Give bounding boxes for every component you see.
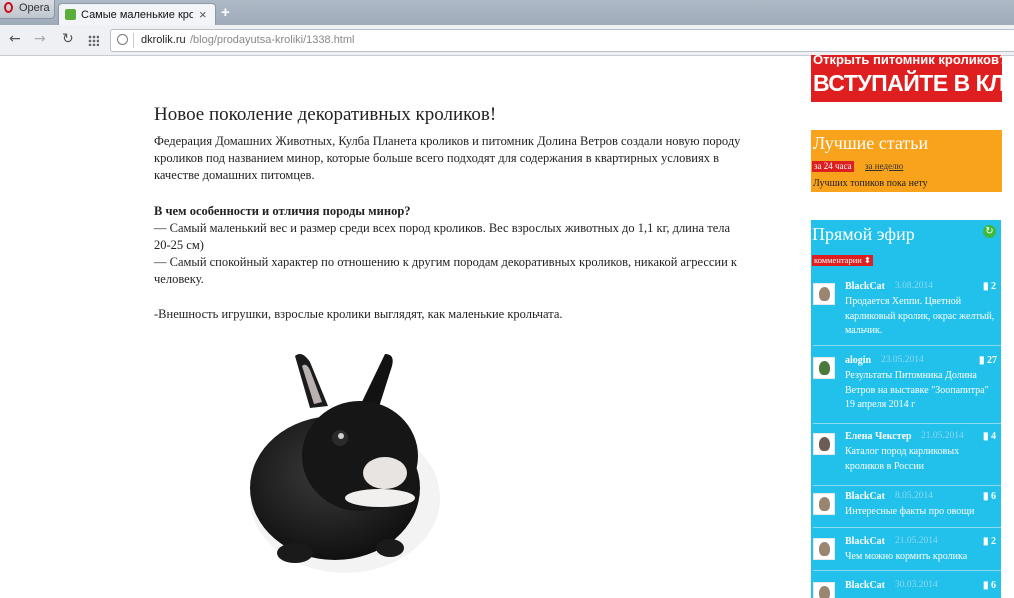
browser-toolbar: ← → ↻ dkrolik.ru /blog/prodayutsa-krolik… xyxy=(0,25,1014,56)
comment-author[interactable]: BlackCat xyxy=(845,491,885,502)
rabbit-paw-front xyxy=(376,539,404,557)
new-tab-button[interactable]: + xyxy=(221,4,230,21)
tab-title: Самые маленькие кролики xyxy=(81,9,193,21)
opera-logo-icon xyxy=(4,2,13,13)
comment-date: 8.05.2014 xyxy=(895,491,933,501)
forward-arrow-icon[interactable]: → xyxy=(34,31,46,47)
back-arrow-icon[interactable]: ← xyxy=(9,31,21,47)
rabbit-chest-white xyxy=(345,489,415,507)
item-divider xyxy=(813,527,1001,528)
banner-question: Открыть питомник кроликов? xyxy=(813,55,1002,67)
item-divider xyxy=(813,423,1001,424)
comment-count: ▮ 27 xyxy=(979,355,998,366)
comment-bubble-icon: ▮ xyxy=(983,580,989,591)
topic-link[interactable]: Каталог пород карликовых кроликов в Росс… xyxy=(845,445,999,474)
comment-count: ▮ 2 xyxy=(983,281,997,292)
comment-date: 23.05.2014 xyxy=(881,355,924,365)
rabbit-eye-glint xyxy=(338,433,344,439)
comment-author[interactable]: BlackCat xyxy=(845,580,885,591)
browser-tab-bar: Opera Самые маленькие кролики × + xyxy=(0,0,1014,26)
item-divider xyxy=(813,345,1001,346)
comment-author[interactable]: Елена Чекстер xyxy=(845,431,912,442)
tab-close-icon[interactable]: × xyxy=(199,7,207,22)
club-banner[interactable]: Открыть питомник кроликов? ВСТУПАЙТЕ В К… xyxy=(811,55,1002,102)
address-separator xyxy=(133,33,134,48)
browser-tab-active[interactable]: Самые маленькие кролики × xyxy=(58,3,216,26)
opera-menu-button[interactable]: Opera xyxy=(0,0,55,19)
article-title: Новое поколение декоративных кроликов! xyxy=(154,104,497,125)
comment-count: ▮ 4 xyxy=(983,431,997,442)
tab-24h[interactable]: за 24 часа xyxy=(812,161,854,172)
topic-link[interactable]: Интересные факты про овощи xyxy=(845,505,999,520)
rabbit-muzzle xyxy=(363,457,407,489)
topic-link[interactable]: Продается Хеппи. Цветной карликовый крол… xyxy=(845,295,999,339)
live-feed-title: Прямой эфир xyxy=(812,224,915,244)
url-domain: dkrolik.ru xyxy=(141,34,186,46)
topic-link[interactable]: Результаты Питомника Долина Ветров на вы… xyxy=(845,369,999,413)
comment-count: ▮ 6 xyxy=(983,580,997,591)
features-heading: В чем особенности и отличия породы минор… xyxy=(154,204,411,218)
feature-character: — Самый спокойный характер по отношению … xyxy=(154,255,737,286)
live-feed-filter[interactable]: комментарии ⬍ xyxy=(812,255,874,266)
address-bar[interactable]: dkrolik.ru /blog/prodayutsa-kroliki/1338… xyxy=(110,29,1014,52)
avatar xyxy=(813,538,835,560)
article-features: В чем особенности и отличия породы минор… xyxy=(154,203,744,288)
url-path: /blog/prodayutsa-kroliki/1338.html xyxy=(190,34,355,46)
comment-date: 3.08.2014 xyxy=(895,281,933,291)
avatar xyxy=(813,582,835,598)
comment-bubble-icon: ▮ xyxy=(979,355,985,366)
speed-dial-icon[interactable] xyxy=(88,35,99,46)
feature-weight: — Самый маленький вес и размер среди все… xyxy=(154,221,731,252)
comment-bubble-icon: ▮ xyxy=(983,281,989,292)
rabbit-photo xyxy=(250,354,440,573)
avatar xyxy=(813,283,835,305)
avatar xyxy=(813,433,835,455)
opera-menu-label: Opera xyxy=(19,2,50,14)
item-divider xyxy=(813,485,1001,486)
feature-appearance: -Внешность игрушки, взрослые кролики выг… xyxy=(154,307,563,321)
topic-link[interactable]: Чем можно кормить кролика xyxy=(845,550,999,565)
globe-icon xyxy=(117,34,128,45)
best-articles-title: Лучшие статьи xyxy=(813,133,929,153)
avatar xyxy=(813,493,835,515)
live-feed-widget: Прямой эфир ↻ комментарии ⬍ BlackCat 3.0… xyxy=(811,220,1001,598)
reload-icon[interactable]: ↻ xyxy=(62,31,74,47)
best-articles-widget: Лучшие статьи за 24 часа за неделю Лучши… xyxy=(811,130,1002,192)
comment-author[interactable]: BlackCat xyxy=(845,536,885,547)
avatar xyxy=(813,357,835,379)
article-intro: Федерация Домашних Животных, Кулба Плане… xyxy=(154,134,741,182)
best-articles-empty: Лучших топиков пока нету xyxy=(813,178,928,189)
rabbit-paw-back xyxy=(277,543,313,563)
comment-date: 21.05.2014 xyxy=(895,536,938,546)
refresh-icon[interactable]: ↻ xyxy=(983,225,996,238)
site-favicon-icon xyxy=(65,9,76,20)
comment-author[interactable]: BlackCat xyxy=(845,281,885,292)
banner-cta: ВСТУПАЙТЕ В КЛУБ! xyxy=(813,70,1002,96)
comment-count: ▮ 2 xyxy=(983,536,997,547)
item-divider xyxy=(813,570,1001,571)
comment-count: ▮ 6 xyxy=(983,491,997,502)
comment-date: 21.05.2014 xyxy=(921,431,964,441)
comment-bubble-icon: ▮ xyxy=(983,431,989,442)
comment-bubble-icon: ▮ xyxy=(983,536,989,547)
tab-week[interactable]: за неделю xyxy=(865,161,903,172)
comment-author[interactable]: alogin xyxy=(845,355,871,366)
comment-date: 30.03.2014 xyxy=(895,580,938,590)
comment-bubble-icon: ▮ xyxy=(983,491,989,502)
